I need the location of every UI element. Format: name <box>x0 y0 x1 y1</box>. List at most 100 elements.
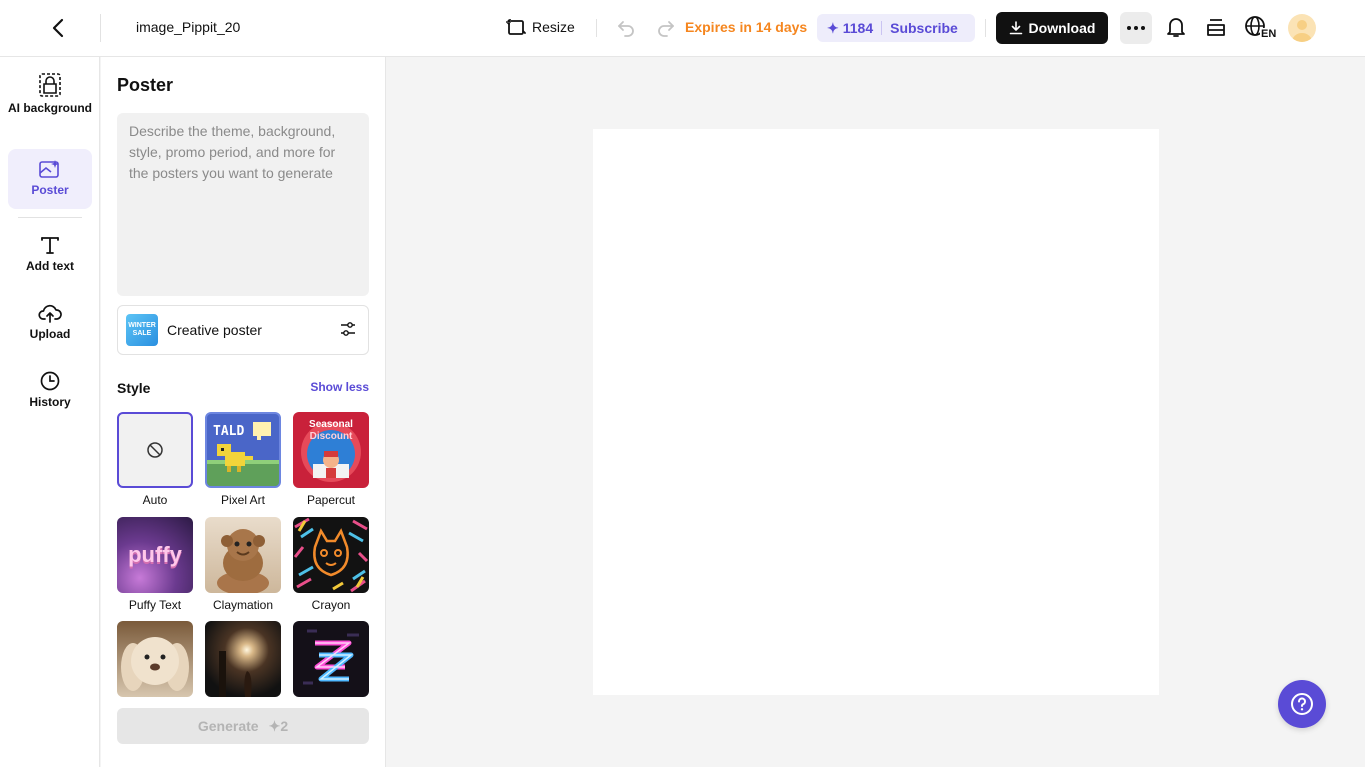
generate-button[interactable]: Generate ✦2 <box>117 708 369 744</box>
generate-cost: ✦2 <box>269 718 289 735</box>
divider <box>18 217 82 218</box>
style-name: Pixel Art <box>220 493 265 507</box>
style-thumbnail-text: Seasonal <box>309 419 353 430</box>
style-thumbnail <box>205 517 281 593</box>
credits-count: 1184 <box>842 20 874 36</box>
style-tile-pixel-art[interactable]: TALD Pixel Art <box>205 412 281 507</box>
panel-title: Poster <box>117 75 174 95</box>
style-thumbnail <box>117 621 193 697</box>
upload-icon <box>38 304 62 323</box>
help-button[interactable] <box>1278 680 1326 728</box>
credits-badge: ✦ 1184 Subscribe <box>817 14 975 42</box>
style-name: Papercut <box>306 493 356 507</box>
design-canvas[interactable] <box>593 129 1159 695</box>
style-tile-cinematic[interactable] <box>205 621 281 697</box>
rail-item-label: Upload <box>29 327 71 341</box>
clock-icon <box>40 371 60 391</box>
language-code: EN <box>1260 28 1278 40</box>
subscribe-link[interactable]: Subscribe <box>890 20 958 36</box>
style-tile-neon[interactable] <box>293 621 369 697</box>
generate-label: Generate <box>197 718 259 734</box>
rail-item-label: Poster <box>31 183 69 197</box>
style-heading: Style <box>117 380 151 396</box>
sparkle-icon: ✦ <box>268 717 281 734</box>
style-thumbnail <box>205 621 281 697</box>
rail-item-label: Add text <box>26 259 74 273</box>
style-thumbnail <box>293 517 369 593</box>
download-label: Download <box>1028 20 1096 36</box>
poster-type-label: Creative poster <box>167 322 262 338</box>
style-name: Auto <box>142 493 168 507</box>
language-button[interactable]: EN <box>1244 15 1278 40</box>
plush-illustration <box>121 637 189 691</box>
style-tile-plush[interactable] <box>117 621 193 697</box>
style-thumbnail <box>117 412 193 488</box>
style-name: Crayon <box>311 598 351 612</box>
thumbnail-text: WINTER <box>128 322 156 329</box>
crayon-illustration <box>293 517 369 593</box>
redo-button[interactable] <box>656 18 676 43</box>
poster-type-select[interactable]: WINTER SALE Creative poster <box>117 305 369 355</box>
expiry-notice[interactable]: Expires in 14 days <box>685 19 807 35</box>
rail-item-poster[interactable]: Poster <box>8 149 92 209</box>
generate-cost-value: 2 <box>280 717 289 734</box>
sliders-icon[interactable] <box>340 321 356 337</box>
style-tile-puffy-text[interactable]: puffy Puffy Text <box>117 517 193 612</box>
sparkle-icon: ✦ <box>827 19 839 36</box>
more-icon <box>1127 26 1145 30</box>
style-tile-crayon[interactable]: Crayon <box>293 517 369 612</box>
rail-item-history[interactable]: History <box>8 371 92 415</box>
claymation-illustration <box>217 529 269 593</box>
poster-panel: Poster WINTER SALE Creative poster Style… <box>101 57 386 767</box>
style-thumbnail: puffy <box>117 517 193 593</box>
drawer-icon <box>1207 19 1225 36</box>
undo-button[interactable] <box>616 18 636 43</box>
rail-item-label: AI background <box>8 101 93 115</box>
resize-button[interactable]: Resize <box>506 17 575 37</box>
rail-item-upload[interactable]: Upload <box>8 303 92 347</box>
style-thumbnail-text: TALD <box>213 424 245 439</box>
style-thumbnail-text: Discount <box>309 431 353 442</box>
neon-illustration <box>303 629 359 685</box>
show-less-link[interactable]: Show less <box>310 380 369 394</box>
question-mark-icon <box>1291 693 1313 715</box>
divider <box>596 19 597 37</box>
rail-item-label: History <box>29 395 71 409</box>
bell-icon <box>1167 18 1185 37</box>
poster-prompt-input[interactable] <box>117 113 369 296</box>
redo-icon <box>658 21 674 37</box>
rail-item-ai-background[interactable]: AI background <box>8 73 92 135</box>
back-button[interactable] <box>44 14 72 42</box>
no-style-icon <box>147 442 163 458</box>
resize-label: Resize <box>532 19 575 35</box>
undo-icon <box>618 21 634 37</box>
text-icon <box>41 237 59 254</box>
divider <box>100 14 101 42</box>
style-thumbnail: TALD <box>205 412 281 488</box>
cinematic-illustration <box>219 651 252 697</box>
rail-item-add-text[interactable]: Add text <box>8 235 92 279</box>
divider <box>985 19 986 37</box>
file-name[interactable]: image_Pippit_20 <box>136 19 240 35</box>
ai-background-icon <box>39 73 61 97</box>
chevron-left-icon <box>52 18 64 38</box>
notifications-button[interactable] <box>1166 16 1186 43</box>
style-thumbnail-text: puffy <box>128 542 182 567</box>
style-tile-papercut[interactable]: Seasonal Discount Papercut <box>293 412 369 507</box>
style-name: Claymation <box>212 598 274 612</box>
more-options-button[interactable] <box>1120 12 1152 44</box>
style-tile-auto[interactable]: Auto <box>117 412 193 507</box>
avatar[interactable] <box>1288 14 1316 42</box>
thumbnail-text: SALE <box>132 330 152 337</box>
resize-icon <box>506 19 526 35</box>
style-tile-claymation[interactable]: Claymation <box>205 517 281 612</box>
user-icon <box>1292 20 1312 42</box>
tool-rail: AI background Poster Add text Upload His… <box>0 57 100 767</box>
style-thumbnail: Seasonal Discount <box>293 412 369 488</box>
poster-icon <box>39 160 59 178</box>
download-button[interactable]: Download <box>996 12 1108 44</box>
poster-type-thumbnail: WINTER SALE <box>126 314 158 346</box>
storage-button[interactable] <box>1206 16 1226 43</box>
top-bar: image_Pippit_20 Resize Expires in 14 day… <box>0 0 1365 57</box>
download-icon <box>1009 21 1022 35</box>
